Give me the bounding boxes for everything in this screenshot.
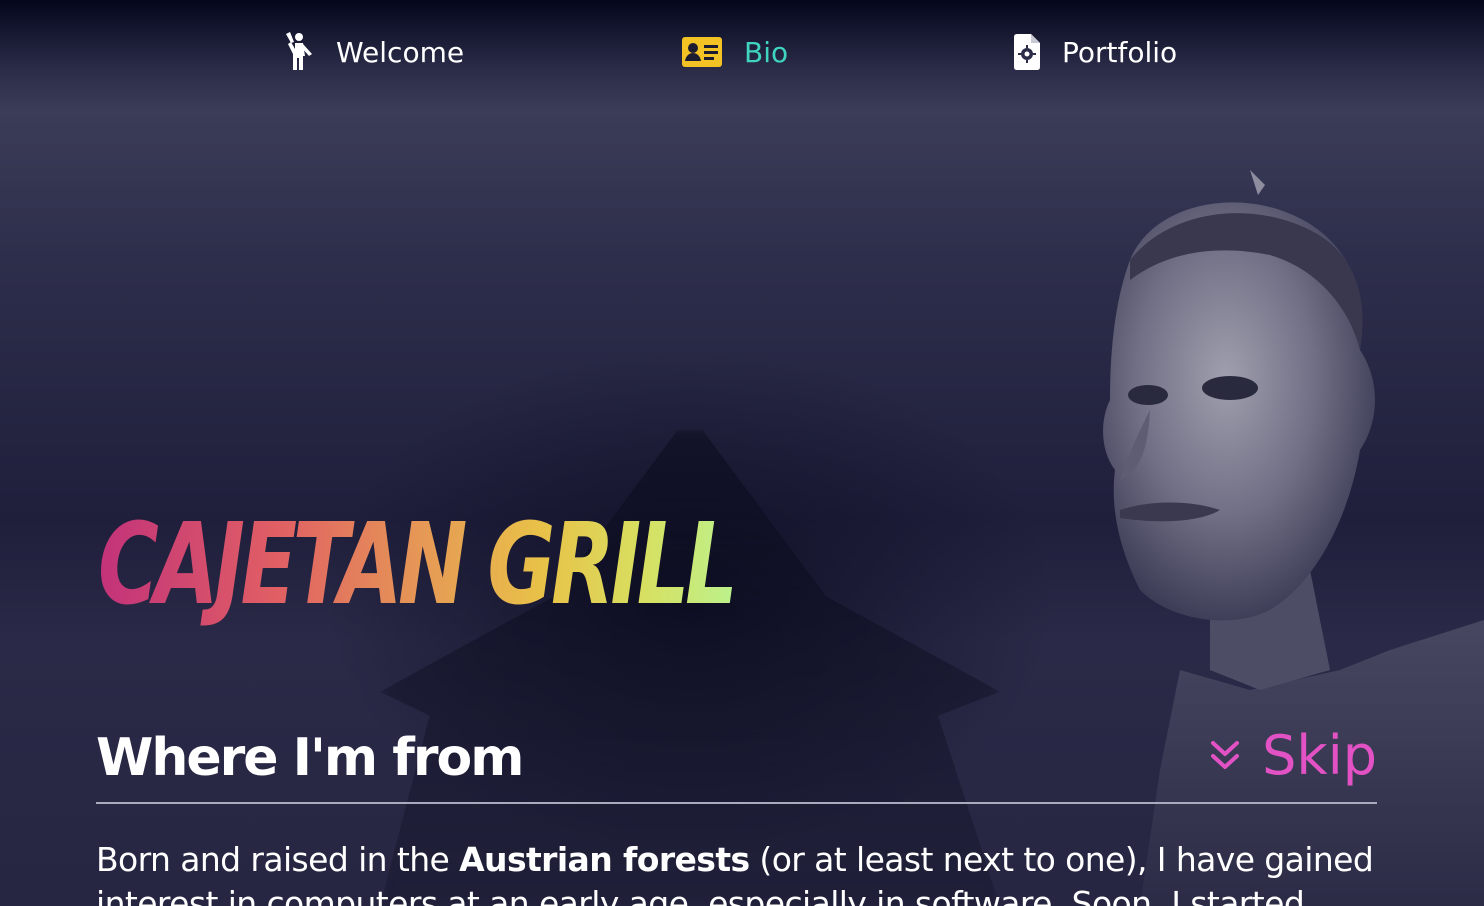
nav-label-bio: Bio (744, 35, 789, 69)
skip-button[interactable]: Skip (1210, 724, 1377, 787)
nav-label-welcome: Welcome (336, 35, 465, 69)
skip-label: Skip (1262, 724, 1377, 787)
hero-name-title: CAJETAN GRILL (98, 500, 738, 630)
bio-paragraph: Born and raised in the Austrian forests … (96, 838, 1386, 906)
bio-text-start: Born and raised in the (96, 840, 460, 879)
nav-item-bio[interactable]: Bio (682, 24, 788, 80)
person-waving-icon (284, 32, 314, 72)
section-header: Where I'm from Skip (96, 724, 1377, 804)
nav-label-portfolio: Portfolio (1062, 35, 1178, 69)
bio-text-bold: Austrian forests (459, 840, 750, 879)
id-card-icon (682, 37, 722, 67)
file-code-icon (1014, 34, 1040, 70)
double-chevron-down-icon (1210, 740, 1240, 772)
nav-item-portfolio[interactable]: Portfolio (1014, 24, 1177, 80)
nav-item-welcome[interactable]: Welcome (284, 24, 464, 80)
section-heading: Where I'm from (96, 728, 524, 788)
top-navigation: Welcome Bio Portfolio (0, 24, 1484, 80)
